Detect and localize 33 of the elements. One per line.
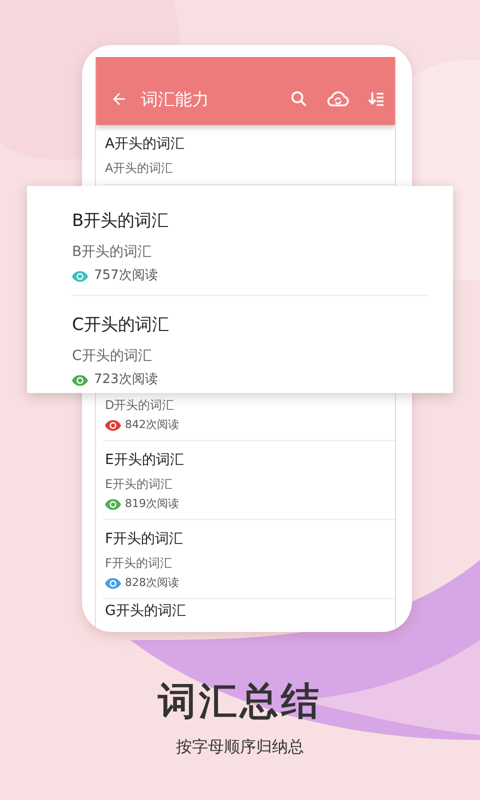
- item-title: C开头的词汇: [72, 314, 169, 337]
- heading: 词汇总结: [158, 678, 322, 724]
- list-item[interactable]: E开头的词汇 E开头的词汇 819次阅读: [103, 441, 395, 520]
- item-subtitle: E开头的词汇: [105, 476, 173, 493]
- item-subtitle: C开头的词汇: [72, 347, 152, 366]
- cloud-sync-button[interactable]: [327, 89, 349, 109]
- read-count: 819次阅读: [125, 496, 179, 512]
- item-title: A开头的词汇: [105, 135, 185, 154]
- read-count: 828次阅读: [125, 575, 179, 591]
- read-count: 842次阅读: [125, 417, 179, 433]
- eye-icon: [105, 578, 121, 588]
- eye-icon: [105, 420, 121, 430]
- list-item[interactable]: G开头的词汇: [103, 599, 395, 628]
- item-title: B开头的词汇: [72, 210, 169, 233]
- eye-icon: [72, 374, 88, 386]
- read-count: 723次阅读: [94, 371, 158, 389]
- sort-button[interactable]: [367, 90, 385, 108]
- list-item[interactable]: B开头的词汇 B开头的词汇 757次阅读: [72, 192, 428, 296]
- item-subtitle: F开头的词汇: [105, 555, 172, 572]
- list-item[interactable]: F开头的词汇 F开头的词汇 828次阅读: [103, 520, 395, 599]
- item-title: E开头的词汇: [105, 451, 184, 470]
- eye-icon: [72, 270, 88, 282]
- subheading: 按字母顺序归纳总: [176, 736, 304, 758]
- item-subtitle: B开头的词汇: [72, 243, 152, 262]
- read-count: 757次阅读: [94, 267, 158, 285]
- item-subtitle: D开头的词汇: [105, 397, 174, 414]
- item-subtitle: A开头的词汇: [105, 160, 174, 177]
- item-title: G开头的词汇: [105, 602, 186, 621]
- eye-icon: [105, 498, 121, 510]
- list-item[interactable]: A开头的词汇 A开头的词汇: [103, 125, 395, 185]
- item-title: F开头的词汇: [105, 530, 184, 549]
- screen-title: 词汇能力: [141, 88, 210, 110]
- search-button[interactable]: [289, 89, 309, 109]
